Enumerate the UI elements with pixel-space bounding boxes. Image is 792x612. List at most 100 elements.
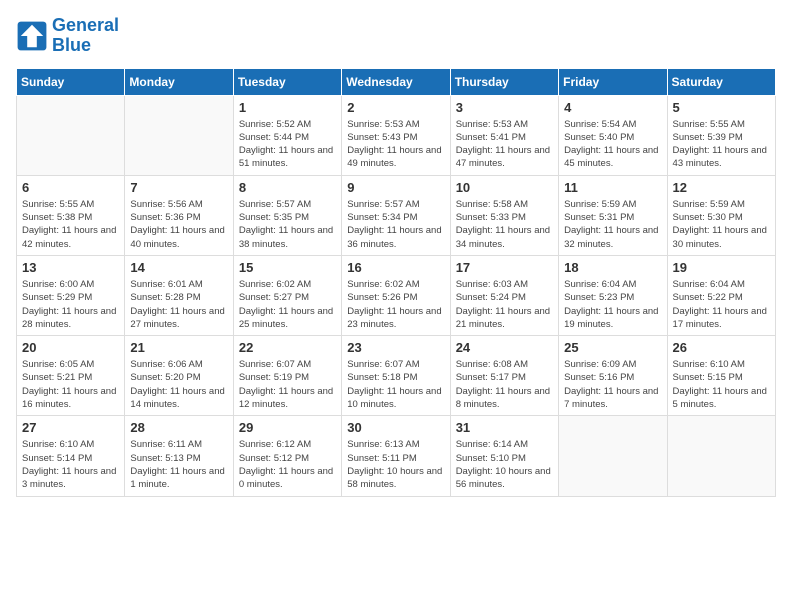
day-cell: 7Sunrise: 5:56 AM Sunset: 5:36 PM Daylig… [125,175,233,255]
day-number: 29 [239,420,336,435]
day-number: 24 [456,340,553,355]
day-info: Sunrise: 5:54 AM Sunset: 5:40 PM Dayligh… [564,118,661,171]
calendar-header: SundayMondayTuesdayWednesdayThursdayFrid… [17,68,776,95]
day-cell: 16 Sunrise: 6:02 AM Sunset: 5:26 PM Dayli… [342,255,450,335]
day-number: 12 [673,180,770,195]
day-info: Sunrise: 5:55 AM Sunset: 5:39 PM Dayligh… [673,118,770,171]
week-row-3: 13Sunrise: 6:00 AM Sunset: 5:29 PM Dayli… [17,255,776,335]
day-cell: 26 Sunrise: 6:10 AM Sunset: 5:15 PM Dayli… [667,336,775,416]
day-info: Sunrise: 6:02 AM Sunset: 5:27 PM Dayligh… [239,278,336,331]
day-info: Sunrise: 6:01 AM Sunset: 5:28 PM Dayligh… [130,278,227,331]
weekday-header-sunday: Sunday [17,68,125,95]
day-number: 1 [239,100,336,115]
week-row-4: 20Sunrise: 6:05 AM Sunset: 5:21 PM Dayli… [17,336,776,416]
day-info: Sunrise: 6:04 AM Sunset: 5:22 PM Dayligh… [673,278,770,331]
day-number: 5 [673,100,770,115]
day-cell: 5 Sunrise: 5:55 AM Sunset: 5:39 PM Daylig… [667,95,775,175]
week-row-2: 6 Sunrise: 5:55 AM Sunset: 5:38 PM Daylig… [17,175,776,255]
day-info: Sunrise: 6:04 AM Sunset: 5:23 PM Dayligh… [564,278,661,331]
day-info: Sunrise: 5:57 AM Sunset: 5:34 PM Dayligh… [347,198,444,251]
day-number: 6 [22,180,119,195]
day-number: 2 [347,100,444,115]
day-cell [17,95,125,175]
weekday-header-friday: Friday [559,68,667,95]
day-info: Sunrise: 5:52 AM Sunset: 5:44 PM Dayligh… [239,118,336,171]
page-header: GeneralBlue [16,16,776,56]
day-cell: 19 Sunrise: 6:04 AM Sunset: 5:22 PM Dayli… [667,255,775,335]
day-number: 8 [239,180,336,195]
weekday-header-wednesday: Wednesday [342,68,450,95]
day-cell: 30 Sunrise: 6:13 AM Sunset: 5:11 PM Dayli… [342,416,450,496]
day-info: Sunrise: 6:09 AM Sunset: 5:16 PM Dayligh… [564,358,661,411]
day-cell: 22 Sunrise: 6:07 AM Sunset: 5:19 PM Dayli… [233,336,341,416]
day-number: 28 [130,420,227,435]
day-info: Sunrise: 6:07 AM Sunset: 5:18 PM Dayligh… [347,358,444,411]
day-cell: 6 Sunrise: 5:55 AM Sunset: 5:38 PM Daylig… [17,175,125,255]
day-cell: 20Sunrise: 6:05 AM Sunset: 5:21 PM Dayli… [17,336,125,416]
day-info: Sunrise: 6:11 AM Sunset: 5:13 PM Dayligh… [130,438,227,491]
day-cell [559,416,667,496]
calendar-body: 1 Sunrise: 5:52 AM Sunset: 5:44 PM Daylig… [17,95,776,496]
day-cell [667,416,775,496]
day-number: 22 [239,340,336,355]
day-cell: 23 Sunrise: 6:07 AM Sunset: 5:18 PM Dayli… [342,336,450,416]
day-number: 17 [456,260,553,275]
day-number: 4 [564,100,661,115]
day-info: Sunrise: 6:02 AM Sunset: 5:26 PM Dayligh… [347,278,444,331]
day-number: 23 [347,340,444,355]
day-cell: 12 Sunrise: 5:59 AM Sunset: 5:30 PM Dayli… [667,175,775,255]
day-cell: 17 Sunrise: 6:03 AM Sunset: 5:24 PM Dayli… [450,255,558,335]
logo-text: GeneralBlue [52,16,119,56]
day-number: 30 [347,420,444,435]
week-row-1: 1 Sunrise: 5:52 AM Sunset: 5:44 PM Daylig… [17,95,776,175]
day-number: 9 [347,180,444,195]
weekday-header-thursday: Thursday [450,68,558,95]
day-number: 10 [456,180,553,195]
day-info: Sunrise: 6:12 AM Sunset: 5:12 PM Dayligh… [239,438,336,491]
calendar-table: SundayMondayTuesdayWednesdayThursdayFrid… [16,68,776,497]
day-number: 11 [564,180,661,195]
day-info: Sunrise: 6:07 AM Sunset: 5:19 PM Dayligh… [239,358,336,411]
weekday-row: SundayMondayTuesdayWednesdayThursdayFrid… [17,68,776,95]
weekday-header-monday: Monday [125,68,233,95]
day-cell [125,95,233,175]
day-number: 7 [130,180,227,195]
weekday-header-saturday: Saturday [667,68,775,95]
day-info: Sunrise: 5:57 AM Sunset: 5:35 PM Dayligh… [239,198,336,251]
day-number: 16 [347,260,444,275]
day-info: Sunrise: 6:13 AM Sunset: 5:11 PM Dayligh… [347,438,444,491]
day-info: Sunrise: 5:53 AM Sunset: 5:43 PM Dayligh… [347,118,444,171]
week-row-5: 27 Sunrise: 6:10 AM Sunset: 5:14 PM Dayli… [17,416,776,496]
day-number: 15 [239,260,336,275]
weekday-header-tuesday: Tuesday [233,68,341,95]
day-info: Sunrise: 5:59 AM Sunset: 5:30 PM Dayligh… [673,198,770,251]
day-cell: 9 Sunrise: 5:57 AM Sunset: 5:34 PM Daylig… [342,175,450,255]
day-cell: 31Sunrise: 6:14 AM Sunset: 5:10 PM Dayli… [450,416,558,496]
day-number: 3 [456,100,553,115]
day-info: Sunrise: 6:14 AM Sunset: 5:10 PM Dayligh… [456,438,553,491]
day-cell: 8 Sunrise: 5:57 AM Sunset: 5:35 PM Daylig… [233,175,341,255]
day-info: Sunrise: 5:55 AM Sunset: 5:38 PM Dayligh… [22,198,119,251]
day-number: 26 [673,340,770,355]
day-info: Sunrise: 5:59 AM Sunset: 5:31 PM Dayligh… [564,198,661,251]
day-number: 19 [673,260,770,275]
day-cell: 13Sunrise: 6:00 AM Sunset: 5:29 PM Dayli… [17,255,125,335]
day-cell: 4 Sunrise: 5:54 AM Sunset: 5:40 PM Daylig… [559,95,667,175]
day-info: Sunrise: 6:03 AM Sunset: 5:24 PM Dayligh… [456,278,553,331]
day-cell: 18Sunrise: 6:04 AM Sunset: 5:23 PM Dayli… [559,255,667,335]
day-cell: 10Sunrise: 5:58 AM Sunset: 5:33 PM Dayli… [450,175,558,255]
day-cell: 2 Sunrise: 5:53 AM Sunset: 5:43 PM Daylig… [342,95,450,175]
day-info: Sunrise: 5:53 AM Sunset: 5:41 PM Dayligh… [456,118,553,171]
day-cell: 27 Sunrise: 6:10 AM Sunset: 5:14 PM Dayli… [17,416,125,496]
day-cell: 24Sunrise: 6:08 AM Sunset: 5:17 PM Dayli… [450,336,558,416]
day-number: 27 [22,420,119,435]
day-info: Sunrise: 6:10 AM Sunset: 5:14 PM Dayligh… [22,438,119,491]
day-cell: 28 Sunrise: 6:11 AM Sunset: 5:13 PM Dayli… [125,416,233,496]
day-info: Sunrise: 6:06 AM Sunset: 5:20 PM Dayligh… [130,358,227,411]
logo: GeneralBlue [16,16,119,56]
day-cell: 21Sunrise: 6:06 AM Sunset: 5:20 PM Dayli… [125,336,233,416]
day-cell: 3 Sunrise: 5:53 AM Sunset: 5:41 PM Daylig… [450,95,558,175]
day-info: Sunrise: 6:10 AM Sunset: 5:15 PM Dayligh… [673,358,770,411]
day-cell: 1 Sunrise: 5:52 AM Sunset: 5:44 PM Daylig… [233,95,341,175]
day-cell: 25Sunrise: 6:09 AM Sunset: 5:16 PM Dayli… [559,336,667,416]
